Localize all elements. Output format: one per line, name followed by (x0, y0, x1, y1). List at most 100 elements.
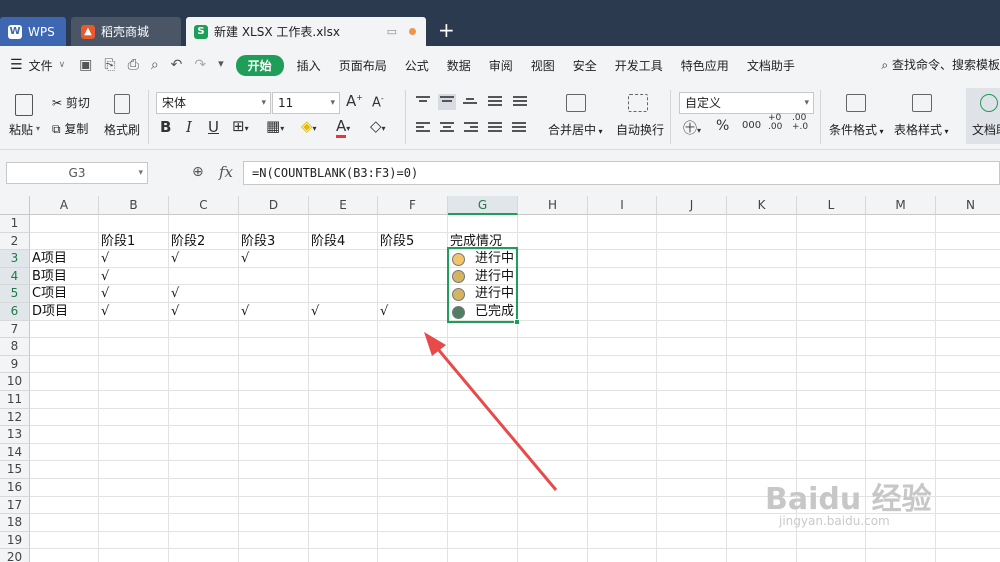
column-header[interactable]: M (866, 196, 936, 215)
row-header[interactable]: 10 (0, 373, 30, 391)
print-icon[interactable]: ⎙ (128, 57, 139, 73)
paste-button[interactable]: 粘贴 (9, 121, 33, 138)
check-cell[interactable]: √ (309, 303, 378, 321)
column-header[interactable]: K (727, 196, 797, 215)
decrease-decimal-icon[interactable]: .00 +.0 (792, 114, 808, 132)
column-header[interactable]: N (936, 196, 1000, 215)
align-left-icon[interactable] (416, 122, 430, 134)
row-header[interactable]: 11 (0, 391, 30, 409)
format-painter-button[interactable]: 格式刷 (104, 121, 140, 138)
name-box[interactable]: G3 ▾ (6, 162, 148, 184)
undo-icon[interactable]: ↶ (171, 57, 183, 73)
fill-handle[interactable] (514, 319, 520, 325)
row-header[interactable]: 14 (0, 443, 30, 462)
header-cell[interactable]: 阶段5 (378, 233, 448, 251)
column-header[interactable]: J (657, 196, 727, 215)
menu-tab-7[interactable]: 安全 (564, 57, 606, 74)
copy-button[interactable]: ⧉ 复制 (52, 120, 88, 137)
unsaved-indicator[interactable] (409, 28, 416, 35)
project-name-cell[interactable]: A项目 (30, 250, 99, 268)
check-cell[interactable]: √ (239, 250, 309, 268)
header-cell[interactable]: 阶段4 (309, 233, 378, 251)
font-name-select[interactable]: 宋体 ▾ (156, 92, 271, 114)
row-header[interactable]: 20 (0, 549, 30, 562)
font-color-icon[interactable]: A▾ (336, 117, 350, 138)
hamburger-icon[interactable]: ☰ (10, 57, 23, 73)
select-all-corner[interactable] (0, 196, 30, 215)
column-header[interactable]: L (797, 196, 866, 215)
wrap-text-button[interactable]: 自动换行 (616, 121, 664, 138)
check-cell[interactable]: √ (378, 303, 448, 321)
column-header[interactable]: D (239, 196, 309, 215)
table-style-button[interactable]: 表格样式 ▾ (894, 121, 949, 138)
row-header[interactable]: 3 (0, 250, 30, 268)
row-header[interactable]: 6 (0, 303, 30, 321)
project-name-cell[interactable]: C项目 (30, 285, 99, 303)
function-fx-icon[interactable]: fx (219, 163, 233, 181)
row-header[interactable]: 8 (0, 338, 30, 356)
row-header[interactable]: 13 (0, 426, 30, 444)
column-header[interactable]: H (518, 196, 588, 215)
increase-font-icon[interactable]: A+ (346, 92, 363, 110)
fill-color-icon[interactable]: ◈▾ (301, 117, 317, 135)
status-cell[interactable]: 进行中 (448, 268, 518, 286)
new-tab-button[interactable]: + (438, 20, 455, 40)
wrap-text-icon[interactable] (628, 94, 648, 112)
check-cell[interactable]: √ (239, 303, 309, 321)
row-header[interactable]: 18 (0, 514, 30, 532)
align-top-icon[interactable] (416, 96, 430, 108)
row-header[interactable]: 12 (0, 408, 30, 427)
paste-dropdown-icon[interactable]: ▾ (36, 124, 40, 133)
clear-format-icon[interactable]: ◇▾ (370, 117, 386, 135)
conditional-format-button[interactable]: 条件格式 ▾ (829, 121, 884, 138)
justify-icon[interactable] (488, 122, 502, 134)
column-header[interactable]: B (99, 196, 169, 215)
row-header[interactable]: 7 (0, 320, 30, 339)
row-header[interactable]: 1 (0, 215, 30, 233)
menu-tab-0[interactable]: 开始 (235, 54, 284, 76)
row-header[interactable]: 19 (0, 531, 30, 550)
screen-icon[interactable]: ▭ (387, 25, 397, 38)
thousands-separator-icon[interactable]: 000 (742, 120, 761, 131)
check-cell[interactable]: √ (99, 250, 169, 268)
column-header[interactable]: F (378, 196, 448, 215)
status-cell[interactable]: 已完成 (448, 303, 518, 321)
cell-style-icon[interactable]: ▦▾ (266, 117, 284, 135)
redo-icon[interactable]: ↷ (194, 57, 206, 73)
borders-icon[interactable]: ⊞▾ (232, 117, 249, 135)
tab-wps[interactable]: W WPS (0, 17, 66, 46)
check-cell[interactable]: √ (99, 303, 169, 321)
project-name-cell[interactable]: B项目 (30, 268, 99, 286)
align-right-icon[interactable] (464, 122, 478, 134)
increase-indent-icon[interactable] (488, 96, 502, 108)
menu-tab-5[interactable]: 审阅 (480, 57, 522, 74)
row-header[interactable]: 5 (0, 285, 30, 303)
column-header[interactable]: I (588, 196, 657, 215)
check-cell[interactable]: √ (169, 303, 239, 321)
row-header[interactable]: 4 (0, 267, 30, 286)
merge-center-button[interactable]: 合并居中 ▾ (548, 121, 603, 138)
conditional-format-icon[interactable] (846, 94, 866, 112)
paste-icon[interactable] (15, 94, 33, 116)
currency-icon[interactable]: ㊉▾ (683, 118, 701, 138)
check-cell[interactable]: √ (169, 285, 239, 303)
status-cell[interactable]: 进行中 (448, 285, 518, 303)
cut-button[interactable]: ✂ 剪切 (52, 94, 90, 111)
menu-tab-2[interactable]: 页面布局 (330, 57, 396, 74)
row-header[interactable]: 15 (0, 461, 30, 479)
project-name-cell[interactable]: D项目 (30, 303, 99, 321)
status-cell[interactable]: 进行中 (448, 250, 518, 268)
column-header[interactable]: E (309, 196, 378, 215)
zoom-lens-icon[interactable]: ⊕ (192, 164, 204, 180)
align-middle-icon[interactable] (438, 94, 456, 110)
number-format-select[interactable]: 自定义 ▾ (679, 92, 814, 114)
check-cell[interactable]: √ (99, 285, 169, 303)
column-header[interactable]: A (30, 196, 99, 215)
underline-icon[interactable]: U (208, 118, 219, 136)
decrease-indent-icon[interactable] (513, 96, 527, 108)
customize-toolbar-icon[interactable]: ▾ (218, 57, 224, 73)
table-style-icon[interactable] (912, 94, 932, 112)
check-cell[interactable]: √ (169, 250, 239, 268)
check-cell[interactable]: √ (99, 268, 169, 286)
increase-decimal-icon[interactable]: +0.00 (768, 114, 782, 132)
